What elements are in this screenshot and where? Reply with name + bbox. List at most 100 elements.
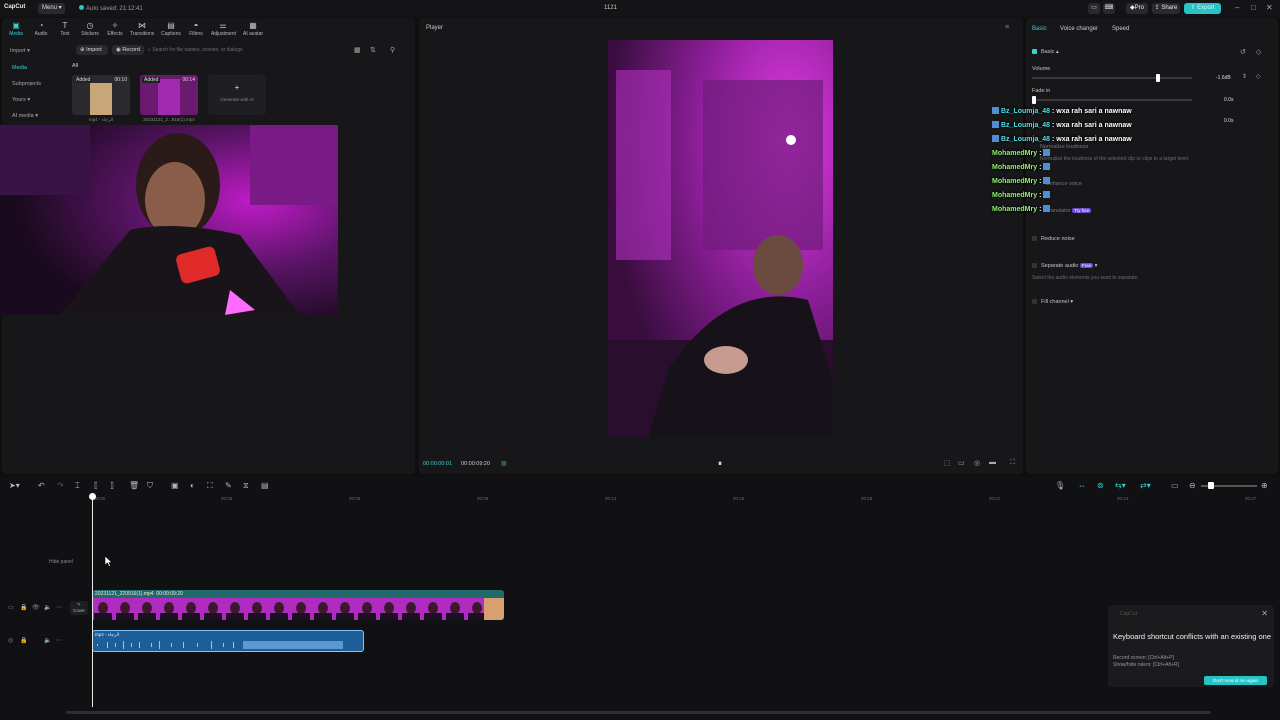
close-icon[interactable]: ✕: [1261, 609, 1268, 618]
ai-icon[interactable]: ✎: [225, 481, 232, 490]
sidebar-item-subprojects[interactable]: Subprojects: [12, 81, 41, 87]
playhead[interactable]: [92, 493, 93, 707]
pause-icon[interactable]: ⏸: [718, 459, 722, 469]
lock-icon[interactable]: 🔒: [20, 604, 27, 611]
tool-adjustment[interactable]: ⚌ Adjustment: [211, 20, 236, 37]
tool-transitions[interactable]: ⋈ Transitions: [130, 20, 154, 37]
volume-value[interactable]: -1.6dB: [1216, 75, 1231, 81]
sidebar-item-import[interactable]: Import ▾: [10, 48, 30, 54]
more-icon[interactable]: ⋯: [56, 604, 62, 611]
media-thumb[interactable]: Added 00:10: [72, 75, 130, 115]
sidebar-item-media[interactable]: Media: [12, 65, 27, 71]
tool-media[interactable]: ▣ Media: [4, 20, 28, 37]
minimize-icon[interactable]: –: [1235, 3, 1239, 12]
zoom-out-icon[interactable]: ⊖: [1189, 481, 1196, 490]
filter-icon[interactable]: ⚲: [390, 46, 395, 54]
export-button[interactable]: ⇧ Export: [1184, 3, 1221, 14]
close-icon[interactable]: ✕: [1266, 3, 1273, 12]
ratio-icon[interactable]: ▭: [958, 459, 965, 467]
track-select-icon[interactable]: ◎: [8, 637, 13, 644]
tool-ai-avatar[interactable]: ▦ AI avatar: [241, 20, 265, 37]
maximize-icon[interactable]: □: [1251, 3, 1256, 12]
generate-with-ai-button[interactable]: + Generate with AI: [208, 75, 266, 115]
shield-icon[interactable]: ⛉: [147, 481, 153, 491]
magnet-icon[interactable]: ⊚: [1097, 481, 1104, 490]
timeline-scrollbar[interactable]: [66, 711, 1211, 714]
transcript-icon[interactable]: ▤: [261, 481, 269, 490]
volume-slider-knob[interactable]: [1156, 74, 1160, 82]
share-button[interactable]: ⇪ Share: [1152, 3, 1180, 14]
fadein-value[interactable]: 0.0s: [1224, 97, 1233, 103]
snap-icon[interactable]: ⇆▾: [1115, 481, 1126, 490]
tool-effects[interactable]: ✧ Effects: [103, 20, 127, 37]
fill-channel-row[interactable]: Fill channel ▾: [1032, 299, 1073, 305]
separate-audio-row[interactable]: Separate audio Free ▾: [1032, 263, 1097, 269]
separate-audio-checkbox[interactable]: [1032, 263, 1037, 269]
sort-icon[interactable]: ⇅: [370, 46, 376, 54]
tool-text[interactable]: T Text: [53, 20, 77, 37]
reduce-noise-row[interactable]: Reduce noise: [1032, 236, 1075, 242]
split-icon[interactable]: ⌶: [75, 481, 80, 491]
import-button[interactable]: ⊕ Import: [76, 45, 108, 55]
keyframe-icon[interactable]: ◇: [1256, 48, 1261, 56]
tab-voice-changer[interactable]: Voice changer: [1060, 26, 1098, 32]
search-input[interactable]: ⌕ Search for file names, scenes, or dial…: [148, 45, 338, 55]
audio-clip[interactable]: mp4 - الرجاء: [92, 630, 364, 652]
keyframe-icon[interactable]: ◇: [1256, 73, 1261, 80]
fadeout-value[interactable]: 0.0s: [1224, 118, 1233, 124]
aspect-icon[interactable]: ▬: [989, 459, 996, 466]
link-icon[interactable]: ⇔: [1078, 481, 1086, 490]
menu-button[interactable]: Menu ▾: [38, 3, 65, 14]
split-right-icon[interactable]: ⟧: [110, 481, 114, 490]
project-title[interactable]: 1121: [604, 5, 617, 11]
crop-icon[interactable]: ⛶: [207, 481, 213, 491]
volume-icon[interactable]: 🔈: [44, 604, 51, 611]
track-select-icon[interactable]: ▭: [8, 604, 14, 611]
zoom-in-icon[interactable]: ⊕: [1261, 481, 1268, 490]
sidebar-item-yours[interactable]: Yours ▾: [12, 97, 30, 103]
fullscreen-icon[interactable]: ⛶: [1010, 459, 1015, 467]
delete-icon[interactable]: 🗑: [129, 481, 139, 490]
menu-icon[interactable]: ≡: [1005, 24, 1009, 31]
pro-button[interactable]: ◆Pro: [1126, 3, 1148, 14]
reset-icon[interactable]: ↺: [1240, 48, 1246, 56]
tool-audio[interactable]: ◔ Audio: [29, 20, 53, 37]
playhead-handle[interactable]: [89, 493, 96, 500]
caption-icon[interactable]: ▭: [1171, 481, 1179, 490]
split-left-icon[interactable]: ⟦: [94, 481, 98, 490]
select-tool-icon[interactable]: ➤▾: [9, 481, 20, 490]
tool-stickers[interactable]: ◷ Stickers: [78, 20, 102, 37]
shortcut-icon[interactable]: ⌨: [1103, 3, 1115, 14]
eye-icon[interactable]: 👁: [32, 604, 40, 611]
basic-checkbox[interactable]: [1032, 49, 1037, 55]
dont-remind-button[interactable]: Don't remind me again: [1204, 676, 1267, 685]
zoom-slider-knob[interactable]: [1208, 482, 1214, 489]
tool-captions[interactable]: ▤ Captions: [159, 20, 183, 37]
media-thumb[interactable]: Added 00:14: [140, 75, 198, 115]
record-button[interactable]: ◉ Record: [112, 45, 144, 55]
undo-icon[interactable]: ↶: [38, 481, 45, 490]
mic-icon[interactable]: 🎙: [1055, 481, 1065, 490]
screenshot-icon[interactable]: ◎: [974, 459, 980, 467]
filter-all[interactable]: All: [72, 63, 78, 69]
volume-icon[interactable]: 🔈: [44, 637, 51, 644]
tab-basic[interactable]: Basic: [1032, 26, 1047, 32]
crop-icon[interactable]: ⬚: [944, 459, 951, 467]
mirror-icon[interactable]: ◐: [190, 481, 195, 490]
lock-icon[interactable]: 🔒: [20, 637, 27, 644]
cover-button[interactable]: ✎ Cover: [70, 601, 88, 615]
sidebar-item-ai-media[interactable]: AI media ▾: [12, 113, 38, 119]
fill-channel-checkbox[interactable]: [1032, 299, 1037, 305]
translator-label[interactable]: Translator Try free: [1046, 208, 1092, 214]
more-icon[interactable]: ⋯: [56, 637, 62, 644]
grid-icon[interactable]: ▦: [501, 460, 507, 467]
fadein-slider[interactable]: [1032, 99, 1192, 101]
grid-view-icon[interactable]: ▦: [354, 46, 361, 54]
stepper-icon[interactable]: ⇕: [1242, 73, 1247, 80]
redo-icon[interactable]: ↷: [57, 481, 64, 490]
volume-slider[interactable]: [1032, 77, 1192, 79]
tool-filters[interactable]: ◓ Filters: [184, 20, 208, 37]
fadein-slider-knob[interactable]: [1032, 96, 1036, 104]
tab-speed[interactable]: Speed: [1112, 26, 1129, 32]
marker-icon[interactable]: ⧖: [243, 481, 249, 491]
